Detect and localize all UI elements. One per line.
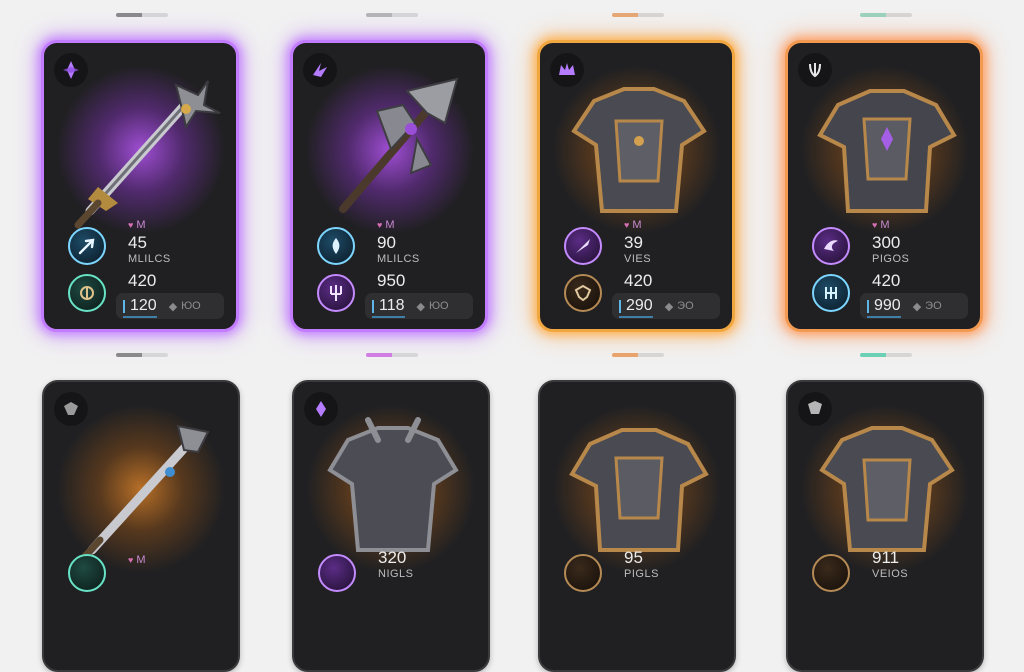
gem-icon: ◆ [416,300,425,313]
heart-icon: ♥ [128,220,134,230]
stat-value-secondary: 950 [377,271,406,290]
ability-slot[interactable] [317,227,355,265]
ability-slot[interactable] [812,227,850,265]
stat-value-primary: 95 [624,548,643,567]
heart-icon: ♥ [872,220,878,230]
arrow-icon [78,238,95,255]
stat-label: MLILCS [128,253,171,265]
chestplate-icon [819,426,955,552]
shield-icon [574,284,592,302]
chestplate-icon [817,89,957,213]
claw-icon [824,240,838,251]
stat-value-secondary: 420 [624,271,653,290]
heart-icon: ♥ [624,220,630,230]
item-card-sword[interactable]: ♥ M [42,380,240,672]
inventory-grid: ♥ M 45 MLILCS 420 120 ◆ ЮО ♥ M 90 MLILCS… [0,0,1024,672]
currency-label: ЮО [181,300,201,312]
stat-label: NIGLS [378,568,414,580]
page-indicator [612,13,664,17]
price-value: 290 [619,297,653,318]
ability-slot[interactable] [812,554,850,592]
price-bar[interactable]: 290 ◆ ЭО [612,293,720,319]
page-indicator [116,13,168,17]
stat-label: PIGOS [872,253,910,265]
item-card-armor[interactable]: 95 PIGLS [538,380,736,672]
gem-icon: ◆ [912,300,922,313]
heart-icon: ♥ [377,220,383,230]
ability-slot[interactable] [564,227,602,265]
page-indicator [860,353,912,357]
stat-label: MLILCS [377,253,420,265]
stat-value-primary: 39 [624,233,643,252]
stat-value-primary: 45 [128,233,147,252]
stat-label: PIGLS [624,568,659,580]
chestplate-icon [571,87,707,213]
sword-icon [74,424,210,568]
page-indicator [116,353,168,357]
price-bar[interactable]: 120 ◆ ЮО [116,293,224,319]
page-indicator [366,13,418,17]
page-indicator [612,353,664,357]
ability-slot[interactable] [564,554,602,592]
price-bar[interactable]: 990 ◆ ЭО [860,293,968,319]
ability-slot[interactable] [812,274,850,312]
item-card-armor[interactable]: ♥ M 39 VIES 420 290 ◆ ЭО [537,40,735,332]
rune-icon [80,286,94,300]
chestplate-icon [327,417,459,552]
axe-icon [339,77,459,213]
stat-value-primary: 90 [377,233,396,252]
price-bar[interactable]: 118 ◆ ЮО [365,293,473,319]
item-card-armor[interactable]: 911 VEIOS [786,380,984,672]
currency-label: ЭО [677,300,694,312]
chestplate-icon [569,428,709,552]
stat-value-secondary: 420 [128,271,157,290]
gem-icon: ◆ [664,300,674,313]
stat-header: ♥ M [377,219,395,231]
rune-icon [825,287,837,299]
stat-value-primary: 911 [872,548,900,567]
ability-slot[interactable] [564,274,602,312]
currency-label: ЮО [428,300,449,312]
price-value: 120 [123,297,157,318]
flame-icon [332,238,340,254]
item-card-sword[interactable]: ♥ M 45 MLILCS 420 120 ◆ ЮО [41,40,239,332]
stat-header: ♥ M [128,554,146,566]
sword-icon [74,80,221,229]
ability-slot[interactable] [68,227,106,265]
heart-icon: ♥ [128,555,134,565]
ability-slot[interactable] [318,554,356,592]
ability-slot[interactable] [68,554,106,592]
currency-label: ЭО [925,300,942,312]
stat-label: VIES [624,253,652,265]
stat-value-primary: 320 [378,548,407,567]
item-card-armor[interactable]: ♥ M 300 PIGOS 420 990 ◆ ЭО [785,40,983,332]
stat-label: VEIOS [872,568,909,580]
stat-value-secondary: 420 [872,271,901,290]
stat-header: ♥ M [128,219,146,231]
ability-slot[interactable] [317,274,355,312]
price-value: 990 [867,297,901,318]
stat-header: ♥ M [872,219,890,231]
blade-icon [576,239,590,253]
gem-icon: ◆ [168,300,178,313]
trident-icon [330,285,342,301]
item-card-armor[interactable]: 320 NIGLS [292,380,490,672]
stat-header: ♥ M [624,219,642,231]
page-indicator [860,13,912,17]
page-indicator [366,353,418,357]
item-card-axe[interactable]: ♥ M 90 MLILCS 950 118 ◆ ЮО [290,40,488,332]
ability-slot[interactable] [68,274,106,312]
stat-value-primary: 300 [872,233,901,252]
price-value: 118 [372,297,405,318]
